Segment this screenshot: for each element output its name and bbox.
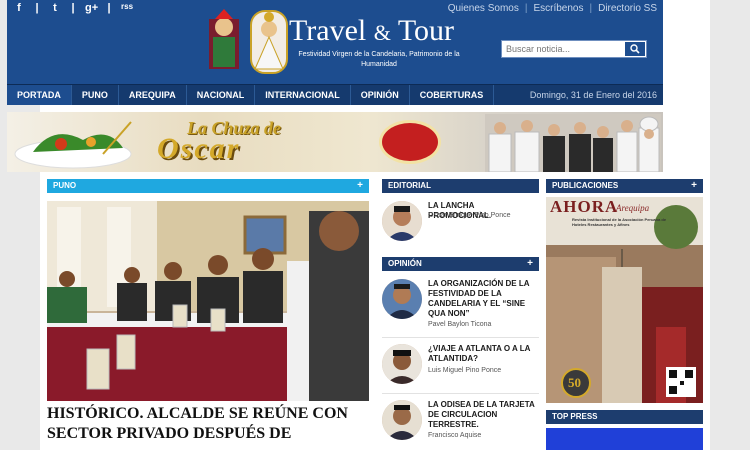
expand-plus-icon[interactable]: + (527, 257, 533, 271)
opinion-author: Francisco Aquise (428, 432, 482, 439)
top-press-content[interactable] (546, 428, 703, 450)
search-icon (630, 44, 640, 54)
current-date: Domingo, 31 de Enero del 2016 (529, 90, 657, 100)
anniversary-badge: 50 (568, 375, 581, 390)
top-links: Quienes Somos | Escríbenos | Directorio … (447, 3, 657, 14)
site-header: f | t | g+ | rss Quienes Somos | Escríbe… (7, 0, 663, 84)
link-quienes-somos[interactable]: Quienes Somos (448, 3, 519, 14)
google-plus-icon[interactable]: g+ (85, 2, 98, 14)
link-escribenos[interactable]: Escríbenos (533, 3, 583, 14)
food-image (14, 121, 132, 169)
opinion-title[interactable]: ¿VIAJE A ATLANTA O A LA ATLANTIDA? (428, 344, 538, 364)
opinion-entry[interactable]: LA ORGANIZACIÓN DE LA FESTIVIDAD DE LA C… (382, 279, 539, 331)
author-avatar (382, 201, 422, 241)
section-top-press-header[interactable]: TOP PRESS (546, 410, 703, 424)
nav-internacional[interactable]: INTERNACIONAL (255, 85, 351, 105)
expand-plus-icon[interactable]: + (691, 179, 697, 193)
opinion-title[interactable]: LA ODISEA DE LA TARJETA DE CIRCULACION T… (428, 400, 538, 430)
search-button[interactable] (624, 41, 646, 57)
rss-icon[interactable]: rss (121, 2, 133, 14)
divider (382, 337, 539, 338)
main-story-photo[interactable] (47, 201, 369, 401)
site-tagline: Festividad Virgen de la Candelaria, Patr… (298, 51, 460, 68)
author-avatar (382, 344, 422, 384)
logo-illustration[interactable] (205, 9, 293, 75)
opinion-author: Luis Miguel Pino Ponce (428, 367, 502, 374)
editorial-author: Oscar Enrique Pino Ponce (428, 212, 511, 219)
nav-puno[interactable]: PUNO (72, 85, 119, 105)
divider (382, 393, 539, 394)
twitter-icon[interactable]: t (49, 2, 61, 14)
main-nav: PORTADA PUNO AREQUIPA NACIONAL INTERNACI… (7, 84, 663, 105)
banner-title-line2: Oscar (157, 132, 241, 165)
opinion-entry[interactable]: LA ODISEA DE LA TARJETA DE CIRCULACION T… (382, 400, 539, 444)
nav-nacional[interactable]: NACIONAL (187, 85, 256, 105)
nav-portada[interactable]: PORTADA (7, 85, 72, 105)
facebook-icon[interactable]: f (13, 2, 25, 14)
social-links: f | t | g+ | rss (13, 2, 133, 14)
author-avatar (382, 279, 422, 319)
magazine-cover-art (546, 197, 703, 403)
publication-cover[interactable]: AHORA Arequipa Revista Institucional de … (546, 197, 703, 403)
nav-coberturas[interactable]: COBERTURAS (410, 85, 495, 105)
nav-arequipa[interactable]: AREQUIPA (119, 85, 187, 105)
chefs-photo (485, 114, 661, 172)
author-avatar (382, 400, 422, 440)
publication-name: AHORA (550, 197, 619, 216)
site-brand[interactable]: Travel & Tour (289, 14, 454, 48)
section-publicaciones-header[interactable]: PUBLICACIONES + (546, 179, 703, 193)
restaurant-emblem-icon (379, 120, 441, 164)
publication-city: Arequipa (616, 203, 650, 213)
section-editorial-header[interactable]: EDITORIAL (382, 179, 539, 193)
publication-subtitle: Revista Institucional de la Asociación P… (572, 217, 667, 227)
opinion-entry[interactable]: ¿VIAJE A ATLANTA O A LA ATLANTIDA? Luis … (382, 344, 539, 388)
opinion-title[interactable]: LA ORGANIZACIÓN DE LA FESTIVIDAD DE LA C… (428, 279, 538, 319)
main-story-headline[interactable]: HISTÓRICO. ALCALDE SE REÚNE CON SECTOR P… (47, 404, 371, 444)
opinion-author: Pavel Baylon Ticona (428, 321, 492, 328)
link-directorio[interactable]: Directorio SS (598, 3, 657, 14)
section-opinion-header[interactable]: OPINIÓN + (382, 257, 539, 271)
expand-plus-icon[interactable]: + (357, 179, 363, 193)
search-input[interactable] (502, 41, 624, 57)
editorial-entry[interactable]: LA LANCHA PROMOCIONAL. Oscar Enrique Pin… (382, 201, 539, 245)
search-box (501, 40, 647, 58)
ad-banner[interactable]: La Chuza de Oscar (7, 112, 663, 172)
nav-opinion[interactable]: OPINIÓN (351, 85, 410, 105)
section-puno-header[interactable]: PUNO + (47, 179, 369, 193)
